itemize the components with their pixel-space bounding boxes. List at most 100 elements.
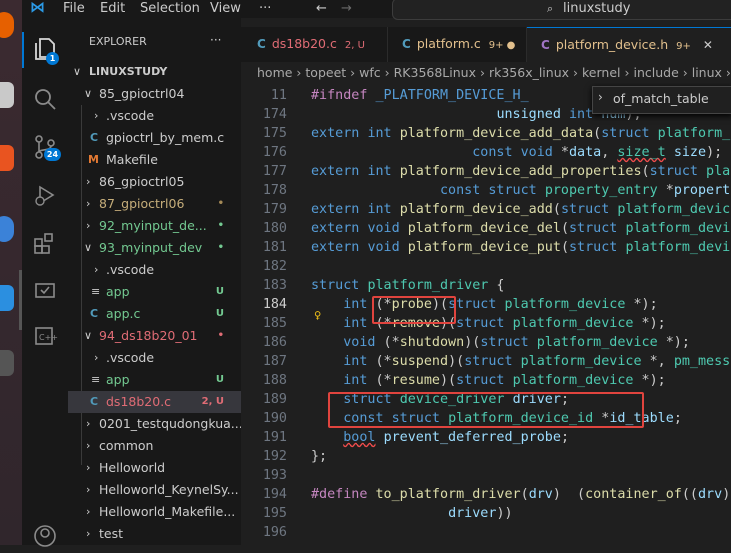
code-editor[interactable]: 11 #ifndef _PLATFORM_DEVICE_H_ 174 unsigne…: [241, 84, 731, 545]
code-line[interactable]: #ifndef _PLATFORM_DEVICE_H_: [311, 86, 529, 105]
lightbulb-icon[interactable]: ♀: [314, 306, 321, 325]
remote-explorer-icon[interactable]: [32, 278, 58, 304]
suggest-widget[interactable]: › of_match_table: [592, 86, 731, 114]
breadcrumb-item[interactable]: wfc: [359, 65, 381, 80]
line-number: 190: [262, 411, 287, 426]
breadcrumb-item[interactable]: include: [633, 65, 678, 80]
code-line[interactable]: int (*suspend)(struct platform_device *,…: [311, 352, 731, 371]
line-number: 191: [262, 430, 287, 445]
chrome-icon[interactable]: [0, 216, 14, 242]
extensions-icon[interactable]: [32, 230, 58, 256]
svg-text:C++: C++: [39, 333, 58, 342]
code-line[interactable]: int (*probe)(struct platform_device *);: [311, 295, 657, 314]
explorer-badge: 1: [46, 52, 59, 65]
tab-platform-device-h[interactable]: Cplatform_device.h 9+ ✕: [527, 27, 731, 63]
tree-item-app-c[interactable]: C app.c U: [68, 303, 241, 325]
tree-item-vscode[interactable]: › .vscode: [68, 105, 241, 127]
line-number: 176: [262, 145, 287, 160]
code-line[interactable]: const void *data, size_t size);: [311, 143, 722, 162]
tree-item-87_gpioctrl06[interactable]: › 87_gpioctrl06 •: [68, 193, 241, 215]
code-line[interactable]: extern int platform_device_add(struct pl…: [311, 200, 731, 219]
tree-item-helloworld[interactable]: › Helloworld: [68, 457, 241, 479]
run-debug-icon[interactable]: [32, 182, 58, 208]
app-store-icon[interactable]: [0, 145, 14, 171]
close-icon[interactable]: ✕: [703, 38, 713, 52]
code-line[interactable]: bool prevent_deferred_probe;: [311, 428, 569, 447]
files-icon[interactable]: [0, 82, 14, 108]
search-activity-icon[interactable]: [32, 86, 58, 112]
tab-platform-c[interactable]: Cplatform.c 9+ ●: [388, 27, 527, 62]
terminal-icon[interactable]: [0, 350, 14, 376]
tree-item-gpioctrl_by_mem-c[interactable]: C gpioctrl_by_mem.c: [68, 127, 241, 149]
tree-item-test[interactable]: › test: [68, 523, 241, 545]
source-control-badge: 24: [44, 148, 61, 161]
chevron-down-icon: ∨: [84, 241, 93, 254]
code-line[interactable]: int (*remove)(struct platform_device *);: [311, 314, 666, 333]
line-number: 186: [262, 335, 287, 350]
menu-edit[interactable]: Edit: [100, 0, 125, 17]
desktop-dock: [0, 0, 22, 545]
folder-root[interactable]: ∨ LINUXSTUDY: [68, 61, 241, 83]
menu-file[interactable]: File: [63, 0, 85, 17]
code-line[interactable]: void (*shutdown)(struct platform_device …: [311, 333, 690, 352]
menu-more[interactable]: ···: [259, 0, 271, 17]
activity-bar: 1 24 C++: [22, 18, 69, 547]
menu-view[interactable]: View: [210, 0, 241, 17]
code-line[interactable]: #define to_platform_driver(drv) (contain…: [311, 485, 731, 504]
code-line[interactable]: };: [311, 447, 327, 466]
tree-item-vscode[interactable]: › .vscode: [68, 347, 241, 369]
tree-item-94_ds18b20_01[interactable]: ∨ 94_ds18b20_01 •: [68, 325, 241, 347]
account-icon[interactable]: [32, 523, 58, 549]
vscode-dock-icon[interactable]: [0, 285, 14, 311]
tree-item-86_gpioctrl05[interactable]: › 86_gpioctrl05: [68, 171, 241, 193]
tree-item-app[interactable]: ≡ app U: [68, 369, 241, 391]
code-line[interactable]: extern int platform_device_add_data(stru…: [311, 124, 731, 143]
tree-item-93_myinput_dev[interactable]: ∨ 93_myinput_dev •: [68, 237, 241, 259]
chevron-right-icon: ›: [86, 219, 91, 232]
breadcrumb-item[interactable]: rk356x_linux: [489, 65, 569, 80]
tree-item-helloworld-keynelsy[interactable]: › Helloworld_KeynelSy...: [68, 479, 241, 501]
tab-ds18b20-c[interactable]: Cds18b20.c 2, U: [241, 27, 388, 62]
forward-arrow-icon[interactable]: →: [341, 0, 352, 17]
line-number: 179: [262, 202, 287, 217]
highlight-box-driver: [328, 392, 644, 428]
code-line[interactable]: int (*resume)(struct platform_device *);: [311, 371, 666, 390]
breadcrumb-item[interactable]: topeet: [305, 65, 346, 80]
c-file-icon: C: [90, 307, 99, 320]
breadcrumb-item[interactable]: linux: [692, 65, 722, 80]
breadcrumb-item[interactable]: kernel: [582, 65, 621, 80]
tree-item-makefile[interactable]: M Makefile: [68, 149, 241, 171]
code-line[interactable]: extern int platform_device_add_propertie…: [311, 162, 731, 181]
breadcrumb-item[interactable]: home: [257, 65, 292, 80]
breadcrumb-item[interactable]: RK3568Linux: [394, 65, 476, 80]
cpp-tools-icon[interactable]: C++: [32, 324, 58, 350]
menu-selection[interactable]: Selection: [140, 0, 200, 17]
chevron-right-icon: ›: [94, 351, 99, 364]
tree-item-ds18b20-c-selected[interactable]: C ds18b20.c 2, U: [68, 391, 241, 413]
code-line[interactable]: extern void platform_device_del(struct p…: [311, 219, 731, 238]
firefox-icon[interactable]: [0, 12, 14, 38]
back-arrow-icon[interactable]: ←: [316, 0, 327, 17]
chevron-right-icon: ›: [86, 417, 91, 430]
tree-item-helloworld-makefile[interactable]: › Helloworld_Makefile...: [68, 501, 241, 523]
tree-item-0201_testqudongkua[interactable]: › 0201_testqudongkua...: [68, 413, 241, 435]
line-number: 11: [270, 88, 287, 103]
code-line[interactable]: struct platform_driver {: [311, 276, 505, 295]
command-center-search[interactable]: ⌕ linuxstudy: [392, 0, 731, 20]
tree-item-app[interactable]: ≡ app U: [68, 281, 241, 303]
chevron-right-icon: ›: [598, 90, 603, 104]
makefile-icon: M: [88, 153, 99, 166]
line-number: 183: [262, 278, 287, 293]
chevron-right-icon: ›: [86, 439, 91, 452]
suggest-item[interactable]: of_match_table: [613, 91, 709, 106]
tree-item-common[interactable]: › common: [68, 435, 241, 457]
header-file-icon: C: [541, 38, 550, 52]
tree-item-85_gpioctrl04[interactable]: ∨ 85_gpioctrl04: [68, 83, 241, 105]
code-line[interactable]: const struct property_entry *properties: [311, 181, 731, 200]
code-line[interactable]: driver)): [311, 504, 513, 523]
line-number: 175: [262, 126, 287, 141]
explorer-more-button[interactable]: ···: [210, 33, 221, 47]
code-line[interactable]: extern void platform_device_put(struct p…: [311, 238, 731, 257]
tree-item-92_myinput[interactable]: › 92_myinput_de... •: [68, 215, 241, 237]
tree-item-vscode[interactable]: › .vscode: [68, 259, 241, 281]
